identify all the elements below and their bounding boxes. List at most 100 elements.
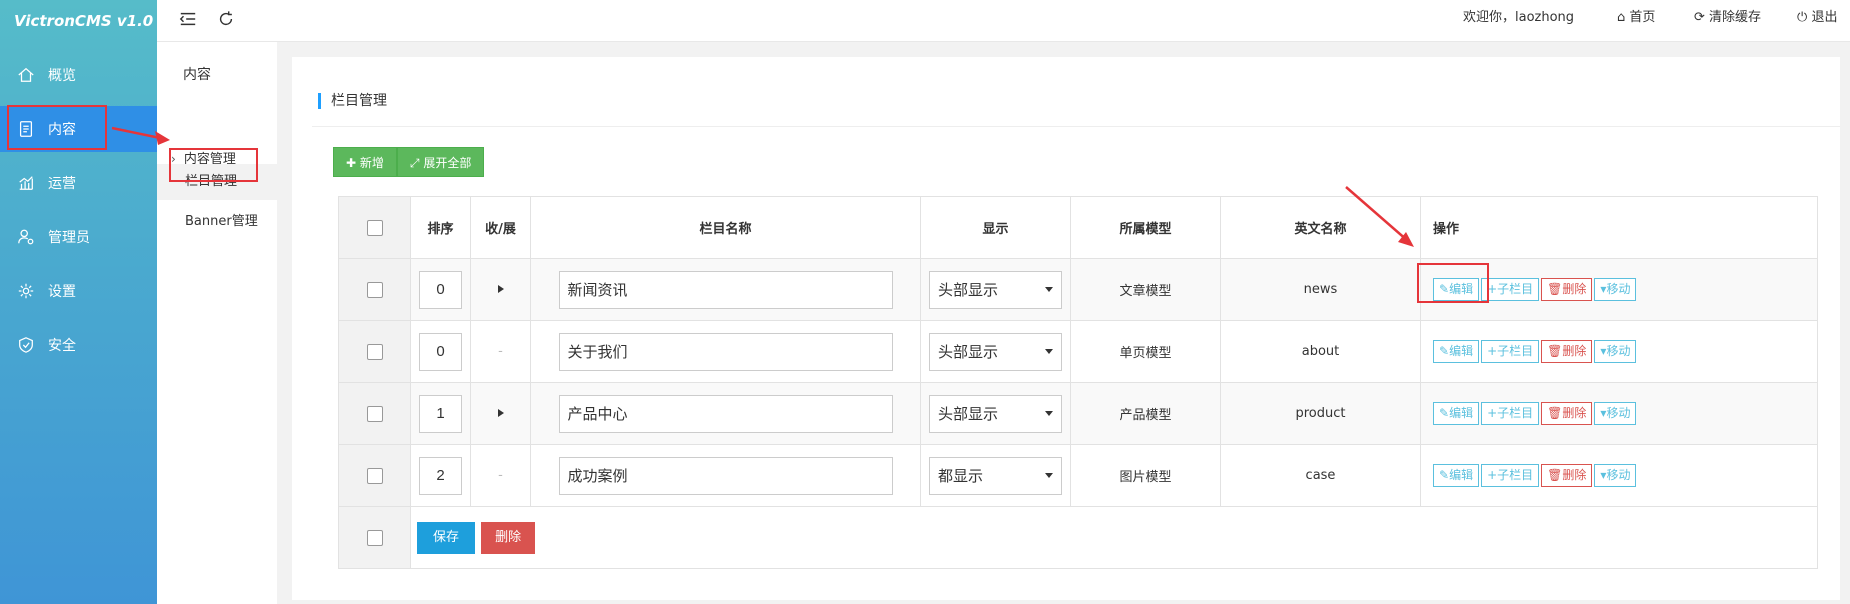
table-header-row: 排序 收/展 栏目名称 显示 所属模型 英文名称 操作: [338, 196, 1818, 259]
refresh-icon[interactable]: [217, 10, 237, 30]
row-checkbox-cell: [338, 320, 411, 383]
logout-link[interactable]: ⏻ 退出: [1797, 0, 1837, 42]
delete-button[interactable]: 🗑删除: [1541, 402, 1593, 425]
no-children-dash: -: [498, 344, 503, 359]
edit-label: 编辑: [1449, 344, 1474, 358]
header-model: 所属模型: [1070, 196, 1221, 259]
add-button[interactable]: ✚ 新增: [333, 147, 397, 177]
expand-arrow-icon[interactable]: [497, 285, 504, 293]
logout-label: 退出: [1811, 10, 1838, 25]
name-cell: [530, 258, 921, 321]
row-checkbox[interactable]: [366, 281, 383, 298]
annotation-box-edit-button: [1417, 263, 1489, 303]
model-cell: 单页模型: [1070, 320, 1221, 383]
plus-icon: +: [1487, 406, 1498, 420]
move-button[interactable]: ▾移动: [1594, 464, 1637, 487]
select-all-cell: [338, 196, 411, 259]
sidebar-item-settings[interactable]: 设置: [0, 268, 157, 314]
sidebar-item-label: 设置: [48, 284, 76, 300]
category-name-input[interactable]: [558, 270, 893, 309]
delete-label: 删除: [1562, 468, 1587, 482]
expand-icon: ⤢: [409, 156, 424, 170]
expand-arrow-icon[interactable]: [497, 409, 504, 417]
display-select[interactable]: 都显示: [929, 456, 1062, 495]
home-link[interactable]: ⌂ 首页: [1617, 0, 1655, 42]
add-subcategory-button[interactable]: +子栏目: [1481, 340, 1540, 363]
divider: [312, 126, 1840, 127]
category-name-input[interactable]: [558, 332, 893, 371]
order-input[interactable]: [419, 456, 462, 495]
clear-cache-link[interactable]: ⟳ 清除缓存: [1694, 0, 1761, 42]
pencil-icon: ✎: [1439, 344, 1450, 358]
batch-delete-button[interactable]: 删除: [481, 521, 536, 554]
actions-cell: ✎编辑 +子栏目 🗑删除 ▾移动: [1420, 382, 1818, 445]
subcategory-label: 子栏目: [1497, 344, 1534, 358]
delete-button[interactable]: 🗑删除: [1541, 278, 1593, 301]
delete-button[interactable]: 🗑删除: [1541, 464, 1593, 487]
sidebar-item-label: 管理员: [48, 230, 90, 246]
display-select[interactable]: 头部显示: [929, 270, 1062, 309]
app-logo: VictronCMS v1.0: [14, 12, 154, 30]
english-name-cell: about: [1220, 320, 1421, 383]
category-name-input[interactable]: [558, 456, 893, 495]
name-cell: [530, 382, 921, 445]
order-cell: [410, 320, 471, 383]
move-label: 移动: [1606, 344, 1631, 358]
sidebar-item-security[interactable]: 安全: [0, 322, 157, 368]
english-name-cell: product: [1220, 382, 1421, 445]
move-button[interactable]: ▾移动: [1594, 278, 1637, 301]
display-select[interactable]: 头部显示: [929, 332, 1062, 371]
expand-all-button[interactable]: ⤢ 展开全部: [396, 147, 485, 177]
trash-icon: 🗑: [1547, 344, 1563, 358]
subnav-item-banner[interactable]: Banner管理: [157, 204, 277, 240]
sidebar-item-operations[interactable]: 运营: [0, 160, 157, 206]
main-panel: 栏目管理 ✚ 新增 ⤢ 展开全部 排序 收/展 栏目名称 显示 所属模型 英文名…: [292, 57, 1840, 600]
category-name-input[interactable]: [558, 394, 893, 433]
collapse-menu-icon[interactable]: [179, 10, 199, 30]
power-icon: ⏻: [1797, 10, 1808, 25]
row-checkbox-cell: [338, 444, 411, 507]
edit-button[interactable]: ✎编辑: [1433, 464, 1480, 487]
add-subcategory-button[interactable]: +子栏目: [1481, 464, 1540, 487]
footer-actions: 保存 删除: [410, 506, 1818, 569]
sync-icon: ⟳: [1694, 10, 1705, 25]
row-checkbox[interactable]: [366, 343, 383, 360]
caret-down-icon: [1045, 473, 1053, 478]
table-row: -都显示图片模型case✎编辑+子栏目🗑删除▾移动: [338, 444, 1818, 507]
add-subcategory-button[interactable]: +子栏目: [1481, 278, 1540, 301]
move-button[interactable]: ▾移动: [1594, 340, 1637, 363]
footer-checkbox[interactable]: [366, 529, 383, 546]
delete-label: 删除: [1562, 282, 1587, 296]
row-checkbox[interactable]: [366, 405, 383, 422]
move-button[interactable]: ▾移动: [1594, 402, 1637, 425]
delete-label: 删除: [1562, 344, 1587, 358]
display-cell: 头部显示: [920, 258, 1071, 321]
category-table: 排序 收/展 栏目名称 显示 所属模型 英文名称 操作 头部显示 文章模型news…: [338, 196, 1818, 569]
select-all-checkbox[interactable]: [366, 219, 383, 236]
row-checkbox-cell: [338, 258, 411, 321]
edit-button[interactable]: ✎编辑: [1433, 340, 1480, 363]
order-cell: [410, 258, 471, 321]
edit-button[interactable]: ✎编辑: [1433, 402, 1480, 425]
add-subcategory-button[interactable]: +子栏目: [1481, 402, 1540, 425]
order-input[interactable]: [419, 394, 462, 433]
annotation-arrow-left: [111, 126, 170, 145]
display-select[interactable]: 头部显示: [929, 394, 1062, 433]
table-row: 头部显示产品模型product✎编辑+子栏目🗑删除▾移动: [338, 382, 1818, 445]
name-cell: [530, 444, 921, 507]
model-cell: 文章模型: [1070, 258, 1221, 321]
sidebar-item-overview[interactable]: 概览: [0, 52, 157, 98]
annotation-box-sidebar-content: [7, 105, 107, 150]
row-checkbox[interactable]: [366, 467, 383, 484]
save-button[interactable]: 保存: [417, 521, 476, 554]
order-input[interactable]: [419, 270, 462, 309]
order-input[interactable]: [419, 332, 462, 371]
sidebar-item-admins[interactable]: 管理员: [0, 214, 157, 260]
delete-button[interactable]: 🗑删除: [1541, 340, 1593, 363]
header-toggle: 收/展: [470, 196, 531, 259]
header-order: 排序: [410, 196, 471, 259]
caret-down-icon: [1045, 349, 1053, 354]
sidebar: VictronCMS v1.0 概览 内容 运营 管理员 设置 安全: [0, 0, 157, 604]
plus-icon: ✚: [346, 156, 360, 170]
display-select-value: 头部显示: [938, 343, 999, 361]
